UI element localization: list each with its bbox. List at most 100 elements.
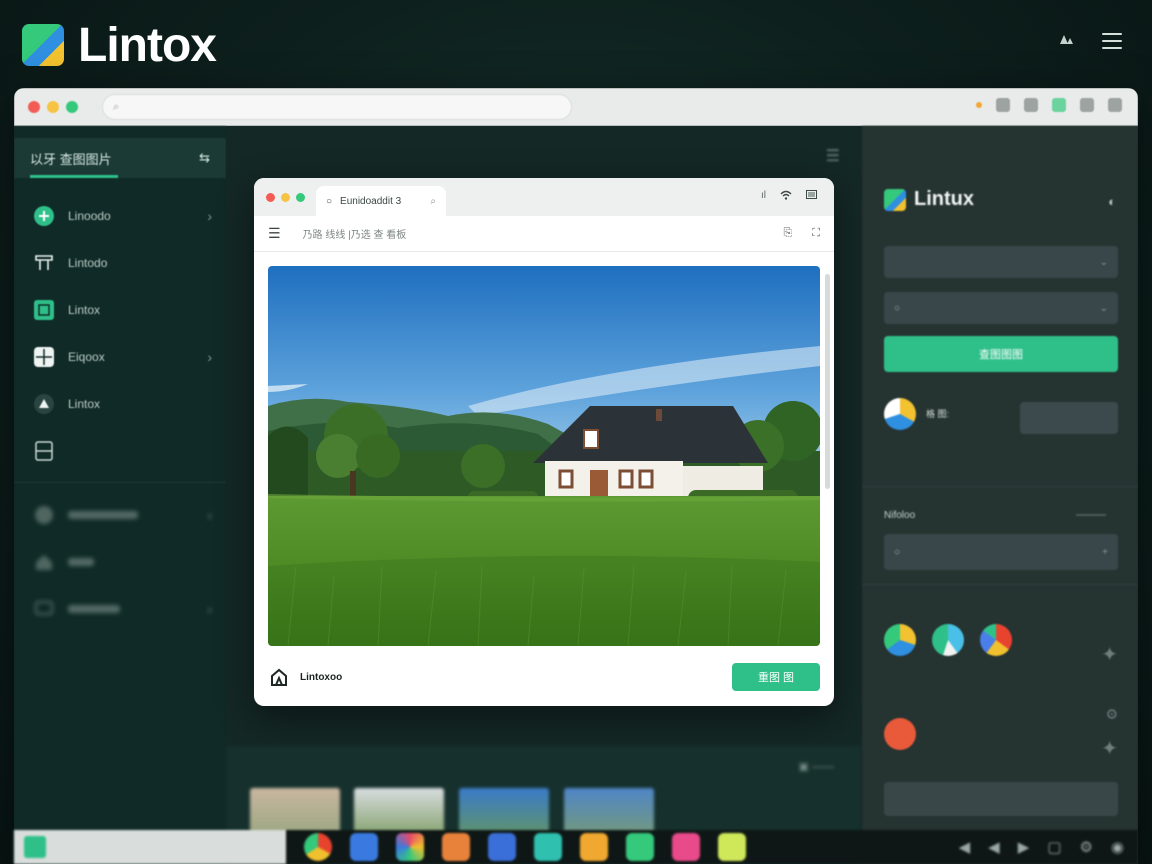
avatar[interactable] [884,398,916,430]
user-name: 格 图: [926,408,950,419]
chrome-icon[interactable] [980,624,1012,656]
monitor-icon [34,599,54,619]
tabs-icon[interactable] [1080,98,1094,112]
inner-footer: Lintoxoo 重图 图 [268,660,820,694]
recent-avatar[interactable] [884,718,916,750]
sidebar-item-label: Lintox [68,396,101,411]
sparkle-icon: ✦ [1101,644,1118,666]
sidebar-item-8[interactable] [14,538,226,585]
minimize-button[interactable] [281,193,290,202]
bottom-button[interactable] [884,782,1118,816]
maximize-button[interactable] [66,101,78,113]
sidebar-header[interactable]: 以牙 查图图片 ⇆ [14,138,226,178]
sidebar-item-2[interactable]: Lintodo [14,239,226,286]
fullscreen-icon[interactable]: ⛶ [812,227,820,240]
sidebar-item-5[interactable]: Lintox [14,380,226,427]
panel-brand: Lintux [884,188,974,211]
power-icon[interactable]: ◉ [1111,838,1124,856]
search-field[interactable]: ○ + [884,534,1118,570]
radio-icon: ○ [894,302,901,314]
browser-chrome: ⌕ [14,88,1138,126]
chevron-right-icon: › [207,506,212,523]
settings-icon[interactable]: ⚙ [1079,838,1092,856]
taskbar-search[interactable] [14,830,286,864]
collapse-icon[interactable]: ⇆ [199,150,210,166]
cta-button[interactable]: 查图图图 [884,336,1118,372]
top-icons [1058,30,1122,51]
start-icon[interactable] [24,836,46,858]
sidebar-item-3[interactable]: Lintox [14,286,226,333]
mail-icon[interactable] [350,833,378,861]
panel-divider [862,486,1138,487]
notification-dot [976,102,982,108]
home-icon[interactable] [268,666,290,688]
app-icon[interactable] [534,833,562,861]
back-icon[interactable]: ◀ [959,838,971,856]
globe-icon: ○ [326,195,333,207]
gear-icon[interactable]: ⚙ [1105,706,1118,723]
signal-icon: ıl [761,190,766,201]
notes-icon[interactable] [718,833,746,861]
gallery-controls[interactable]: ▣ —— [799,760,834,773]
recent-row [884,718,926,750]
sidebar-item-7[interactable]: › [14,491,226,538]
close-button[interactable] [266,193,275,202]
browser-tab[interactable]: ○ Eunidoaddit 3 ⌕ [316,186,446,216]
window-controls [28,101,78,113]
sidebar-item-4[interactable]: Eiqoox › [14,333,226,380]
panel-icon [34,440,54,461]
sheets-icon[interactable] [626,833,654,861]
inner-browser-chrome: ○ Eunidoaddit 3 ⌕ ıl [254,178,834,216]
photos-icon[interactable] [396,833,424,861]
select-field[interactable]: ○ ⌄ [884,292,1118,324]
secondary-button[interactable] [1020,402,1118,434]
sidebar-item-label [68,604,120,613]
sidebar-item-6[interactable] [14,427,226,474]
app-icon[interactable] [932,624,964,656]
app-icon[interactable] [672,833,700,861]
inner-browser-card: ○ Eunidoaddit 3 ⌕ ıl ☰ 乃路 线线 |乃选 查 看板 ⎘ … [254,178,834,706]
crop-icon[interactable]: ▢ [1047,838,1061,856]
sidebar-item-label [68,557,94,566]
circle-icon [34,505,54,525]
toggle-icon[interactable]: ◐ [1108,194,1116,209]
sidebar-secondary-items: › › [14,491,226,632]
sidebar-item-9[interactable]: › [14,585,226,632]
maximize-button[interactable] [296,193,305,202]
close-button[interactable] [28,101,40,113]
brand-header: Lintox [22,19,217,72]
files-icon[interactable] [442,833,470,861]
menu-icon[interactable] [1108,98,1122,112]
volume-icon[interactable]: ◀ [988,838,1000,856]
minimize-button[interactable] [47,101,59,113]
primary-action-button[interactable]: 重图 图 [732,663,820,691]
extension-icon[interactable] [996,98,1010,112]
search-icon[interactable]: ⌕ [430,196,436,207]
user-text: 格 图: [926,407,949,421]
sidebar: 以牙 查图图片 ⇆ Linoodo › Lintodo Lintox Eiqoo… [14,126,226,864]
menu-icon[interactable]: ☰ [268,225,281,242]
home-icon[interactable] [1024,98,1038,112]
add-icon[interactable]: + [1102,547,1108,558]
menu-icon[interactable]: ☰ [826,146,840,166]
sidebar-item-1[interactable]: Linoodo › [14,192,226,239]
search-icon: ○ [894,546,901,558]
app-icon[interactable] [884,624,916,656]
chevron-right-icon: › [207,207,212,224]
inner-toolbar-actions: ⎘ ⛶ [783,227,820,240]
menu-icon[interactable] [1102,32,1122,49]
scrollbar[interactable] [825,274,830,489]
folder-icon[interactable] [580,833,608,861]
sidebar-divider [14,482,226,483]
share-icon[interactable]: ⎘ [783,227,792,240]
gear-icon[interactable] [1058,30,1074,51]
chrome-icon[interactable] [304,833,332,861]
home-icon [34,552,54,572]
app-window-icon [34,299,54,320]
inner-status-icons: ıl [761,190,818,203]
calendar-icon[interactable] [488,833,516,861]
play-icon[interactable]: ▶ [1018,838,1030,856]
text-field[interactable]: ⌄ [884,246,1118,278]
address-bar[interactable]: ⌕ [102,94,572,120]
profile-icon[interactable] [1052,98,1066,112]
